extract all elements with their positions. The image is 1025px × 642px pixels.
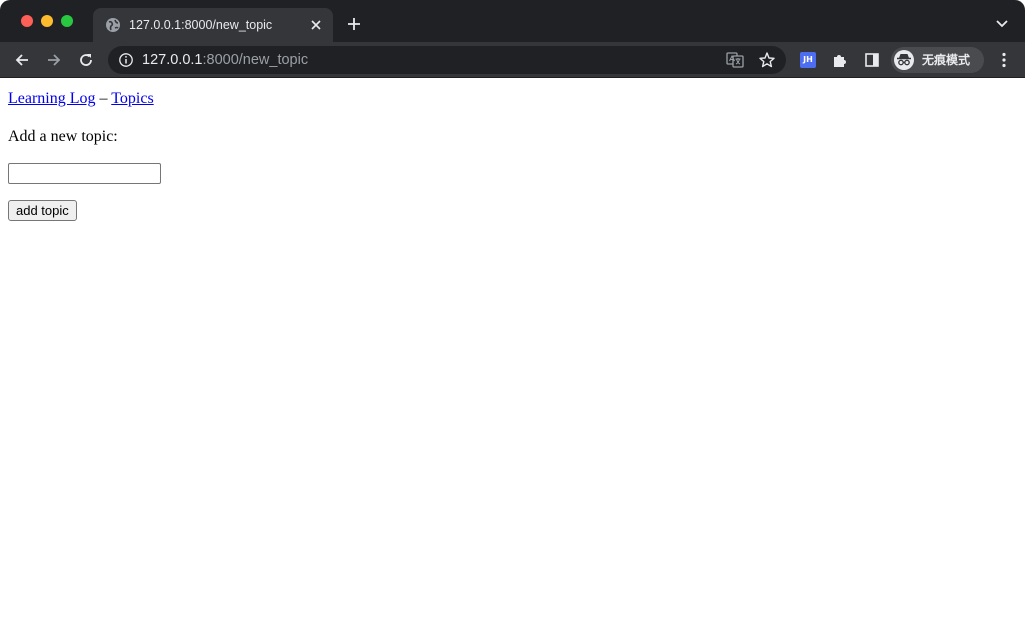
url-text: 127.0.0.1:8000/new_topic: [142, 52, 308, 68]
minimize-window-button[interactable]: [41, 15, 53, 27]
tab-title: 127.0.0.1:8000/new_topic: [129, 18, 273, 32]
maximize-window-button[interactable]: [61, 15, 73, 27]
site-info-icon[interactable]: [118, 52, 134, 68]
bookmark-star-icon[interactable]: [758, 51, 776, 69]
active-tab[interactable]: 127.0.0.1:8000/new_topic: [93, 8, 333, 42]
forward-arrow-icon[interactable]: [42, 48, 66, 72]
chevron-down-icon[interactable]: [993, 15, 1011, 33]
add-topic-button[interactable]: add topic: [8, 200, 77, 221]
browser-toolbar: 127.0.0.1:8000/new_topic: [0, 42, 1025, 78]
reload-icon[interactable]: [74, 48, 98, 72]
incognito-icon: [894, 50, 914, 70]
globe-icon: [105, 17, 121, 33]
close-tab-icon[interactable]: [307, 16, 325, 34]
topic-text-input[interactable]: [8, 163, 161, 184]
incognito-profile-button[interactable]: 无痕模式: [891, 47, 984, 73]
topics-link[interactable]: Topics: [111, 90, 153, 107]
page-content: Learning Log – Topics Add a new topic: a…: [0, 79, 1025, 642]
jh-extension-icon[interactable]: JH: [800, 52, 816, 68]
extensions-puzzle-icon[interactable]: [828, 48, 852, 72]
page-heading: Add a new topic:: [8, 128, 118, 145]
url-path: :8000/new_topic: [202, 52, 309, 68]
new-tab-icon[interactable]: [344, 14, 364, 34]
side-panel-icon[interactable]: [860, 48, 884, 72]
learning-log-link[interactable]: Learning Log: [8, 90, 96, 107]
url-host: 127.0.0.1: [142, 52, 203, 68]
browser-window: 127.0.0.1:8000/new_topic 127.0.0.1:8000/…: [0, 0, 1025, 642]
tab-strip: 127.0.0.1:8000/new_topic: [0, 0, 1025, 42]
address-bar[interactable]: 127.0.0.1:8000/new_topic: [108, 46, 786, 74]
incognito-label: 无痕模式: [922, 53, 971, 67]
nav-separator: –: [95, 90, 112, 107]
more-menu-icon[interactable]: [992, 48, 1016, 72]
site-nav: Learning Log – Topics: [8, 89, 154, 109]
translate-icon[interactable]: [726, 51, 744, 69]
close-window-button[interactable]: [21, 15, 33, 27]
back-arrow-icon[interactable]: [10, 48, 34, 72]
